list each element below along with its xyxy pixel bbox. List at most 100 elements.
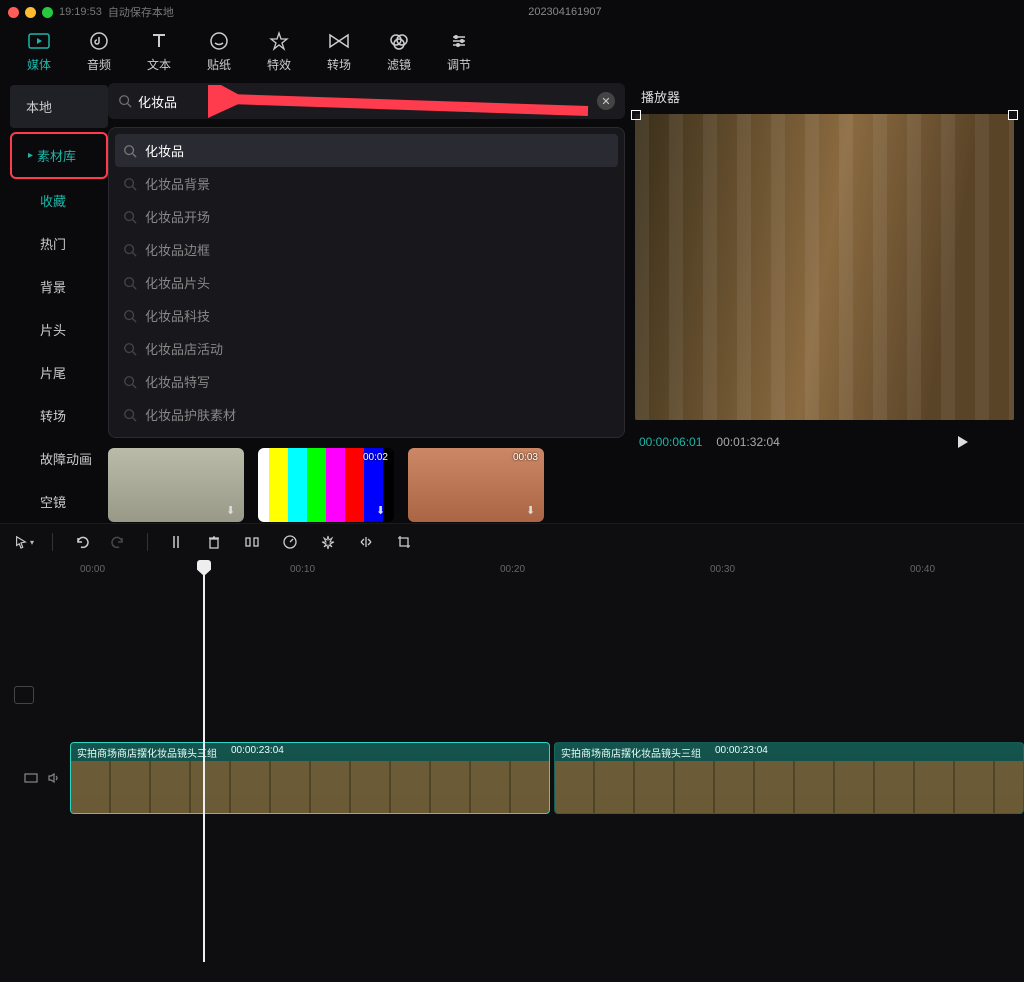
- search-icon: [123, 309, 137, 323]
- suggestion-item[interactable]: 化妆品店活动: [115, 332, 618, 365]
- tab-effects[interactable]: 特效: [258, 30, 300, 73]
- suggestion-item[interactable]: 化妆品片头: [115, 266, 618, 299]
- clip-duration: 00:00:23:04: [231, 745, 284, 759]
- rotate-icon[interactable]: [318, 532, 338, 552]
- search-icon: [118, 94, 132, 108]
- cursor-tool-icon[interactable]: ▾: [14, 532, 34, 552]
- tab-sticker[interactable]: 贴纸: [198, 30, 240, 73]
- tab-label: 贴纸: [207, 56, 231, 73]
- clip-duration: 00:00:23:04: [715, 745, 768, 759]
- tab-label: 滤镜: [387, 56, 411, 73]
- sidebar-favorites[interactable]: 收藏: [10, 179, 108, 222]
- redo-icon[interactable]: [109, 532, 129, 552]
- video-track: 实拍商场商店摆化妆品镜头三组 00:00:23:04 实拍商场商店摆化妆品镜头三…: [0, 742, 1024, 814]
- download-icon[interactable]: ⬇: [376, 504, 390, 518]
- transition-icon: [328, 30, 350, 52]
- search-icon: [123, 243, 137, 257]
- timeline-ruler[interactable]: 00:00 00:10 00:20 00:30 00:40: [0, 560, 1024, 582]
- suggestion-item[interactable]: 化妆品特写: [115, 365, 618, 398]
- tab-label: 媒体: [27, 56, 51, 73]
- minimize-window-icon[interactable]: [25, 7, 36, 18]
- timeline-tracks[interactable]: 实拍商场商店摆化妆品镜头三组 00:00:23:04 实拍商场商店摆化妆品镜头三…: [0, 582, 1024, 982]
- crop-icon[interactable]: [394, 532, 414, 552]
- sidebar-library[interactable]: 素材库: [10, 132, 108, 179]
- track-mute-icon[interactable]: [46, 771, 60, 785]
- close-window-icon[interactable]: [8, 7, 19, 18]
- autosave-label: 自动保存本地: [108, 4, 174, 20]
- suggestion-item[interactable]: 化妆品背景: [115, 167, 618, 200]
- delete-icon[interactable]: [204, 532, 224, 552]
- suggestion-item[interactable]: 化妆品护肤素材: [115, 398, 618, 431]
- ripple-delete-icon[interactable]: [242, 532, 262, 552]
- undo-icon[interactable]: [71, 532, 91, 552]
- filter-icon: [388, 30, 410, 52]
- track-toggle-icon[interactable]: [14, 686, 34, 704]
- text-icon: [148, 30, 170, 52]
- sidebar-glitch[interactable]: 故障动画: [10, 437, 108, 480]
- current-time: 00:00:06:01: [639, 435, 702, 449]
- tab-adjust[interactable]: 调节: [438, 30, 480, 73]
- timeline-clip[interactable]: 实拍商场商店摆化妆品镜头三组 00:00:23:04: [554, 742, 1024, 814]
- timeline-toolbar: ▾: [0, 523, 1024, 560]
- tab-text[interactable]: 文本: [138, 30, 180, 73]
- sidebar-opener[interactable]: 片头: [10, 308, 108, 351]
- search-icon: [123, 276, 137, 290]
- search-input[interactable]: [138, 94, 591, 109]
- player-viewport[interactable]: [635, 114, 1014, 420]
- timeline-clip[interactable]: 实拍商场商店摆化妆品镜头三组 00:00:23:04: [70, 742, 550, 814]
- sidebar: 本地 素材库 收藏 热门 背景 片头 片尾 转场 故障动画 空镜: [10, 83, 108, 523]
- sidebar-empty[interactable]: 空镜: [10, 480, 108, 523]
- media-thumbnails: ⬇ 00:02⬇ 00:03⬇: [108, 448, 625, 522]
- ruler-tick: 00:10: [290, 564, 315, 575]
- tab-filter[interactable]: 滤镜: [378, 30, 420, 73]
- playhead[interactable]: [203, 560, 205, 962]
- sidebar-hot[interactable]: 热门: [10, 222, 108, 265]
- total-time: 00:01:32:04: [716, 435, 779, 449]
- adjust-icon: [448, 30, 470, 52]
- search-icon: [123, 408, 137, 422]
- media-thumb[interactable]: 00:02⬇: [258, 448, 394, 522]
- sidebar-background[interactable]: 背景: [10, 265, 108, 308]
- clear-search-icon[interactable]: ✕: [597, 92, 615, 110]
- download-icon[interactable]: ⬇: [226, 504, 240, 518]
- sidebar-transition[interactable]: 转场: [10, 394, 108, 437]
- search-icon: [123, 375, 137, 389]
- suggestion-item[interactable]: 化妆品: [115, 134, 618, 167]
- sidebar-local[interactable]: 本地: [10, 85, 108, 128]
- project-name: 202304161907: [180, 6, 950, 18]
- window-controls: [8, 7, 53, 18]
- speed-icon[interactable]: [280, 532, 300, 552]
- sticker-icon: [208, 30, 230, 52]
- search-icon: [123, 210, 137, 224]
- player-title: 播放器: [635, 83, 1014, 114]
- audio-icon: [88, 30, 110, 52]
- play-button[interactable]: [954, 434, 970, 450]
- search-icon: [123, 144, 137, 158]
- player-panel: 播放器 00:00:06:01 00:01:32:04: [635, 83, 1014, 523]
- tab-label: 文本: [147, 56, 171, 73]
- tab-label: 转场: [327, 56, 351, 73]
- split-icon[interactable]: [166, 532, 186, 552]
- mirror-icon[interactable]: [356, 532, 376, 552]
- tab-label: 调节: [447, 56, 471, 73]
- download-icon[interactable]: ⬇: [526, 504, 540, 518]
- search-box[interactable]: ✕: [108, 83, 625, 119]
- ruler-tick: 00:00: [80, 564, 105, 575]
- clip-title: 实拍商场商店摆化妆品镜头三组: [561, 745, 701, 759]
- search-suggestions: 化妆品 化妆品背景 化妆品开场 化妆品边框 化妆品片头 化妆品科技 化妆品店活动…: [108, 127, 625, 438]
- suggestion-item[interactable]: 化妆品科技: [115, 299, 618, 332]
- media-thumb[interactable]: ⬇: [108, 448, 244, 522]
- track-visibility-icon[interactable]: [24, 771, 38, 785]
- top-tabs: 媒体 音频 文本 贴纸 特效 转场 滤镜 调节: [0, 24, 1024, 83]
- effects-icon: [268, 30, 290, 52]
- tab-audio[interactable]: 音频: [78, 30, 120, 73]
- suggestion-item[interactable]: 化妆品开场: [115, 200, 618, 233]
- tab-label: 特效: [267, 56, 291, 73]
- tab-media[interactable]: 媒体: [18, 30, 60, 73]
- media-thumb[interactable]: 00:03⬇: [408, 448, 544, 522]
- suggestion-item[interactable]: 化妆品边框: [115, 233, 618, 266]
- maximize-window-icon[interactable]: [42, 7, 53, 18]
- tab-transition[interactable]: 转场: [318, 30, 360, 73]
- search-icon: [123, 342, 137, 356]
- sidebar-ending[interactable]: 片尾: [10, 351, 108, 394]
